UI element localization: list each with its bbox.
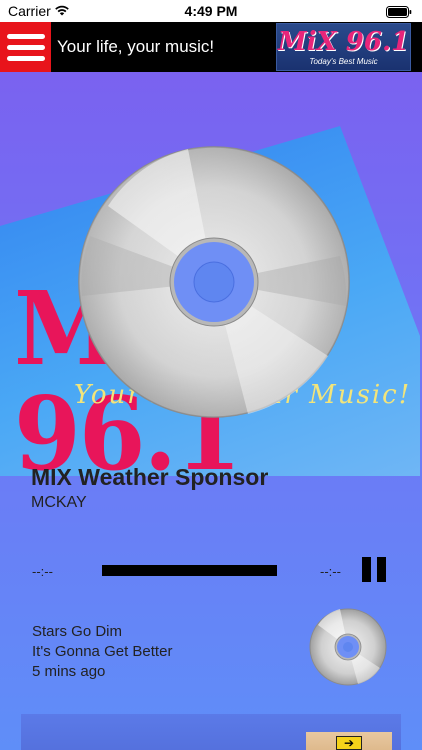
progress-bar[interactable] bbox=[102, 565, 277, 576]
track-artist: MCKAY bbox=[31, 494, 87, 511]
previous-track-title: Stars Go Dim bbox=[32, 623, 123, 640]
app-header: Your life, your music! MiX 96.1 Today's … bbox=[0, 22, 422, 72]
hamburger-menu-icon bbox=[6, 33, 45, 39]
status-bar: Carrier 4:49 PM bbox=[0, 0, 422, 22]
battery-icon bbox=[386, 5, 412, 21]
footer-thumbnail[interactable]: ➔ bbox=[306, 732, 392, 750]
pause-icon bbox=[362, 557, 371, 582]
station-logo: MiX 96.1 Today's Best Music bbox=[276, 23, 411, 71]
header-tagline: Your life, your music! bbox=[57, 37, 215, 56]
previous-track-song: It's Gonna Get Better bbox=[32, 643, 173, 660]
remaining-time: --:-- bbox=[320, 564, 341, 579]
previous-track-cd-icon bbox=[309, 608, 387, 686]
menu-button[interactable] bbox=[0, 22, 51, 72]
track-title: MIX Weather Sponsor bbox=[31, 464, 269, 490]
arrow-right-icon: ➔ bbox=[336, 736, 362, 750]
station-logo-subtitle: Today's Best Music bbox=[309, 57, 378, 66]
player-area: MIX 96.1 Your Life, Your Music! bbox=[0, 72, 422, 750]
previous-track: Stars Go Dim It's Gonna Get Better 5 min… bbox=[32, 622, 172, 682]
station-logo-text: MiX 96.1 bbox=[277, 27, 410, 57]
pause-button[interactable] bbox=[362, 557, 386, 582]
album-art-cd-icon bbox=[78, 146, 350, 418]
status-time: 4:49 PM bbox=[184, 3, 238, 19]
elapsed-time: --:-- bbox=[32, 564, 53, 579]
previous-track-time: 5 mins ago bbox=[32, 663, 106, 680]
